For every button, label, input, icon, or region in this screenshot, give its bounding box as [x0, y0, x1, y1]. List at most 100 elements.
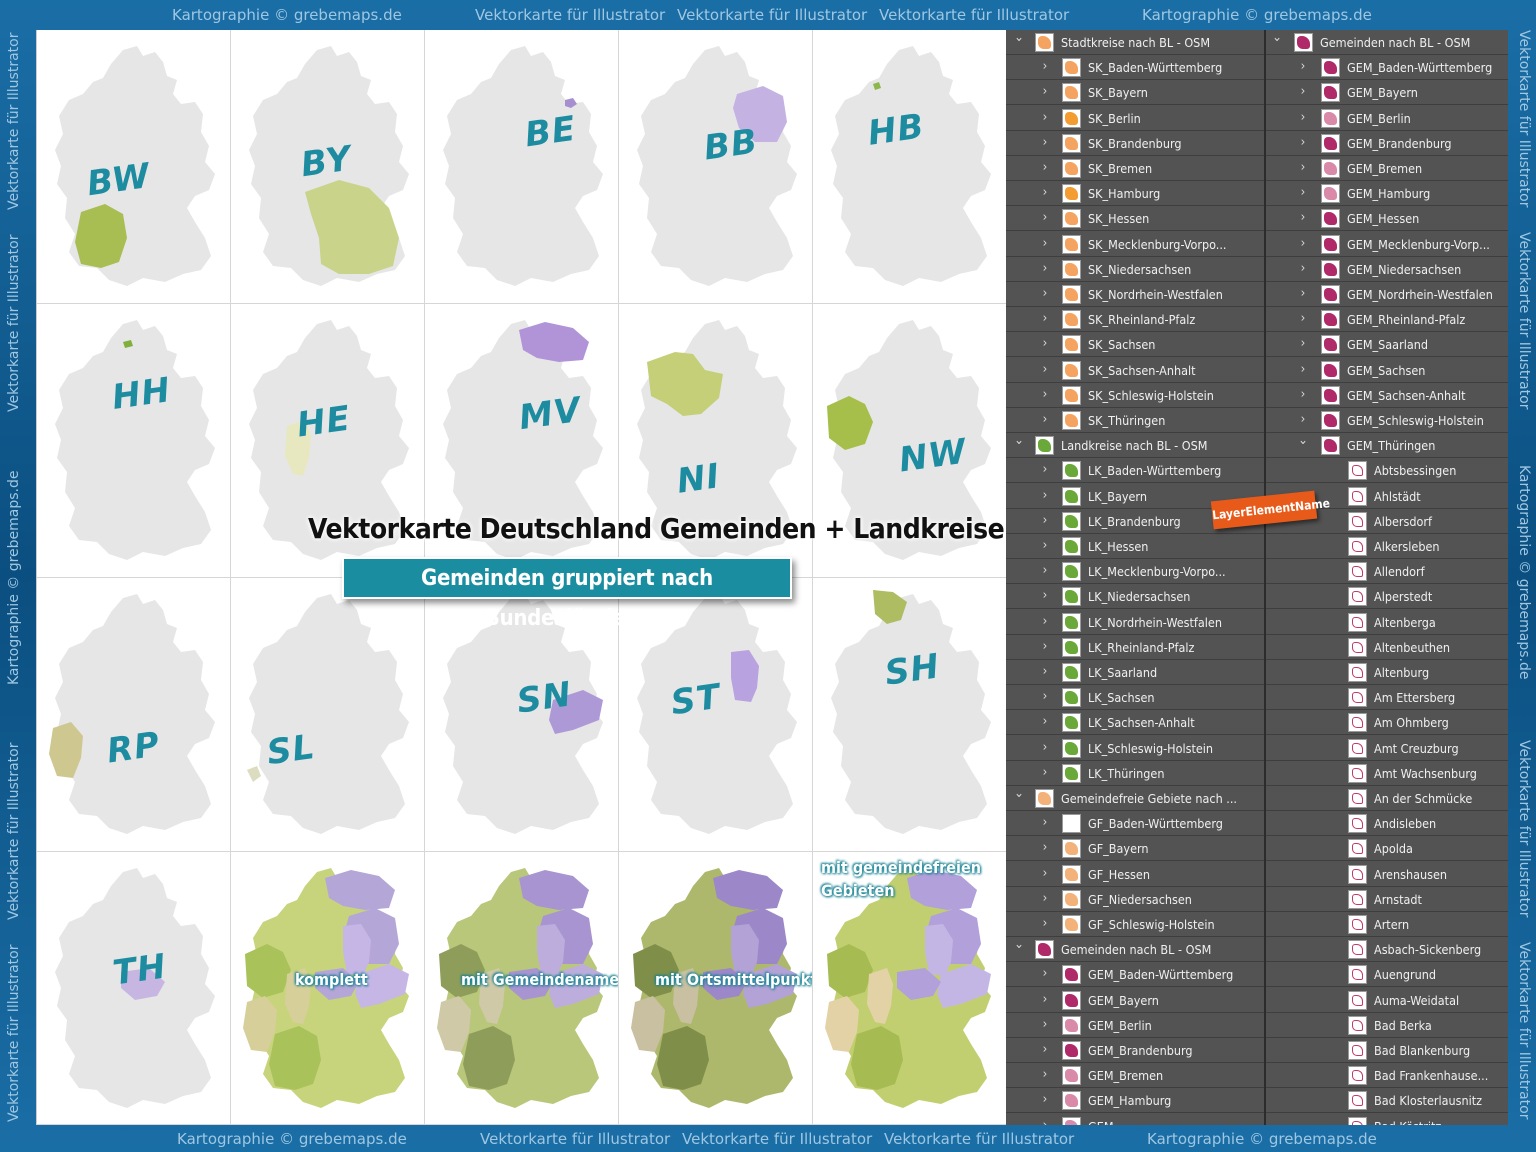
chevron-right-icon[interactable]: › — [1038, 160, 1052, 176]
sublayer-row[interactable]: › LK_Rheinland-Pfalz — [1006, 635, 1264, 660]
chevron-down-icon[interactable]: ⌄ — [1012, 433, 1026, 449]
chevron-right-icon[interactable]: › — [1038, 815, 1052, 831]
chevron-right-icon[interactable]: › — [1296, 110, 1310, 126]
chevron-right-icon[interactable]: › — [1038, 1092, 1052, 1108]
path-item-row[interactable]: Am Ohmberg — [1266, 710, 1508, 736]
path-item-row[interactable]: Arnstadt — [1266, 887, 1508, 912]
sublayer-row[interactable]: › LK_Schleswig-Holstein — [1006, 736, 1264, 761]
chevron-right-icon[interactable]: › — [1038, 1067, 1052, 1083]
path-item-row[interactable]: Abtsbessingen — [1266, 458, 1508, 484]
chevron-right-icon[interactable]: › — [1038, 866, 1052, 882]
layer-group-row[interactable]: ⌄ Gemeinden nach BL - OSM — [1006, 937, 1264, 963]
path-item-row[interactable]: Altenburg — [1266, 660, 1508, 685]
chevron-right-icon[interactable]: › — [1038, 538, 1052, 554]
sublayer-row[interactable]: › GEM_Brandenburg — [1006, 1038, 1264, 1063]
sublayer-row[interactable]: › SK_Brandenburg — [1006, 131, 1264, 156]
sublayer-row[interactable]: › GEM_Hessen — [1266, 206, 1508, 232]
path-item-row[interactable]: Bad Frankenhause... — [1266, 1063, 1508, 1089]
chevron-right-icon[interactable]: › — [1038, 462, 1052, 478]
sublayer-row[interactable]: › LK_Mecklenburg-Vorpo... — [1006, 559, 1264, 585]
chevron-right-icon[interactable]: › — [1038, 210, 1052, 226]
sublayer-row[interactable]: › GEM_Baden-Württemberg — [1006, 962, 1264, 988]
sublayer-row[interactable]: › SK_Baden-Württemberg — [1006, 55, 1264, 81]
chevron-right-icon[interactable]: › — [1038, 84, 1052, 100]
chevron-right-icon[interactable]: › — [1038, 488, 1052, 504]
sublayer-row[interactable]: › GEM_Bayern — [1266, 80, 1508, 106]
path-item-row[interactable]: Asbach-Sickenberg — [1266, 937, 1508, 963]
chevron-right-icon[interactable]: › — [1038, 689, 1052, 705]
chevron-down-icon[interactable]: ⌄ — [1270, 30, 1284, 46]
layer-group-row[interactable]: ⌄ Gemeinden nach BL - OSM — [1266, 30, 1508, 55]
sublayer-row[interactable]: › GF_Baden-Württemberg — [1006, 811, 1264, 837]
chevron-right-icon[interactable]: › — [1296, 336, 1310, 352]
chevron-right-icon[interactable]: › — [1038, 966, 1052, 982]
chevron-right-icon[interactable]: › — [1038, 311, 1052, 327]
chevron-right-icon[interactable]: › — [1296, 286, 1310, 302]
chevron-right-icon[interactable]: › — [1038, 110, 1052, 126]
sublayer-row[interactable]: › GEM_Hamburg — [1266, 181, 1508, 207]
path-item-row[interactable]: Auma-Weidatal — [1266, 988, 1508, 1013]
chevron-right-icon[interactable]: › — [1038, 1118, 1052, 1125]
path-item-row[interactable]: Alperstedt — [1266, 584, 1508, 610]
sublayer-row[interactable]: › GEM_Nordrhein-Westfalen — [1266, 282, 1508, 307]
chevron-right-icon[interactable]: › — [1038, 740, 1052, 756]
chevron-down-icon[interactable]: ⌄ — [1012, 30, 1026, 46]
chevron-right-icon[interactable]: › — [1038, 614, 1052, 630]
sublayer-row[interactable]: › GEM_Berlin — [1006, 1013, 1264, 1038]
sublayer-row[interactable]: › SK_Thüringen — [1006, 408, 1264, 433]
sublayer-row[interactable]: › GF_Schleswig-Holstein — [1006, 912, 1264, 937]
layer-group-row[interactable]: ⌄ Stadtkreise nach BL - OSM — [1006, 30, 1264, 55]
sublayer-row[interactable]: › SK_Niedersachsen — [1006, 257, 1264, 282]
sublayer-row[interactable]: › SK_Bremen — [1006, 156, 1264, 181]
sublayer-row[interactable]: › GEM_Hamburg — [1006, 1088, 1264, 1114]
chevron-right-icon[interactable]: › — [1038, 765, 1052, 781]
sublayer-row[interactable]: › SK_Hessen — [1006, 206, 1264, 232]
chevron-right-icon[interactable]: › — [1038, 336, 1052, 352]
path-item-row[interactable]: Altenbeuthen — [1266, 635, 1508, 660]
chevron-right-icon[interactable]: › — [1296, 261, 1310, 277]
sublayer-row[interactable]: › GEM_Bremen — [1266, 156, 1508, 181]
sublayer-row[interactable]: › SK_Bayern — [1006, 80, 1264, 106]
chevron-right-icon[interactable]: › — [1038, 286, 1052, 302]
path-item-row[interactable]: Bad Blankenburg — [1266, 1038, 1508, 1063]
sublayer-row[interactable]: › SK_Mecklenburg-Vorpo... — [1006, 232, 1264, 257]
sublayer-row[interactable]: › SK_Hamburg — [1006, 181, 1264, 207]
chevron-right-icon[interactable]: › — [1038, 261, 1052, 277]
path-item-row[interactable]: Andisleben — [1266, 811, 1508, 837]
sublayer-row[interactable]: › GEM_Saarland — [1266, 332, 1508, 358]
chevron-right-icon[interactable]: › — [1296, 210, 1310, 226]
layer-group-row[interactable]: ⌄ Gemeindefreie Gebiete nach ... — [1006, 786, 1264, 811]
chevron-right-icon[interactable]: › — [1296, 135, 1310, 151]
chevron-down-icon[interactable]: ⌄ — [1012, 786, 1026, 802]
path-item-row[interactable]: Bad Klosterlausnitz — [1266, 1088, 1508, 1114]
sublayer-row[interactable]: › LK_Niedersachsen — [1006, 584, 1264, 610]
chevron-down-icon[interactable]: ⌄ — [1012, 937, 1026, 953]
chevron-right-icon[interactable]: › — [1038, 135, 1052, 151]
chevron-right-icon[interactable]: › — [1038, 412, 1052, 428]
sublayer-row[interactable]: › SK_Schleswig-Holstein — [1006, 383, 1264, 408]
path-item-row[interactable]: Amt Wachsenburg — [1266, 761, 1508, 786]
sublayer-row[interactable]: › GEM_Sachsen-Anhalt — [1266, 383, 1508, 408]
path-item-row[interactable]: Bad Berka — [1266, 1013, 1508, 1038]
path-item-row[interactable]: Am Ettersberg — [1266, 685, 1508, 711]
sublayer-row[interactable]: ⌄ GEM_Thüringen — [1266, 433, 1508, 459]
sublayer-row[interactable]: › LK_Thüringen — [1006, 761, 1264, 786]
path-item-row[interactable]: Arenshausen — [1266, 862, 1508, 887]
chevron-right-icon[interactable]: › — [1296, 362, 1310, 378]
sublayer-row[interactable]: › LK_Saarland — [1006, 660, 1264, 685]
path-item-row[interactable]: Alkersleben — [1266, 534, 1508, 559]
chevron-right-icon[interactable]: › — [1296, 412, 1310, 428]
sublayer-row[interactable]: › GEM_Baden-Württemberg — [1266, 55, 1508, 81]
sublayer-row[interactable]: › GF_Bayern — [1006, 836, 1264, 862]
sublayer-row[interactable]: › GEM_Rheinland-Pfalz — [1266, 307, 1508, 333]
chevron-right-icon[interactable]: › — [1296, 59, 1310, 75]
sublayer-row[interactable]: › SK_Sachsen — [1006, 332, 1264, 358]
chevron-right-icon[interactable]: › — [1038, 362, 1052, 378]
chevron-right-icon[interactable]: › — [1038, 1042, 1052, 1058]
chevron-right-icon[interactable]: › — [1296, 311, 1310, 327]
path-item-row[interactable]: An der Schmücke — [1266, 786, 1508, 811]
sublayer-row[interactable]: › LK_Nordrhein-Westfalen — [1006, 610, 1264, 635]
path-item-row[interactable]: Apolda — [1266, 836, 1508, 862]
chevron-right-icon[interactable]: › — [1038, 588, 1052, 604]
path-item-row[interactable]: Amt Creuzburg — [1266, 736, 1508, 761]
